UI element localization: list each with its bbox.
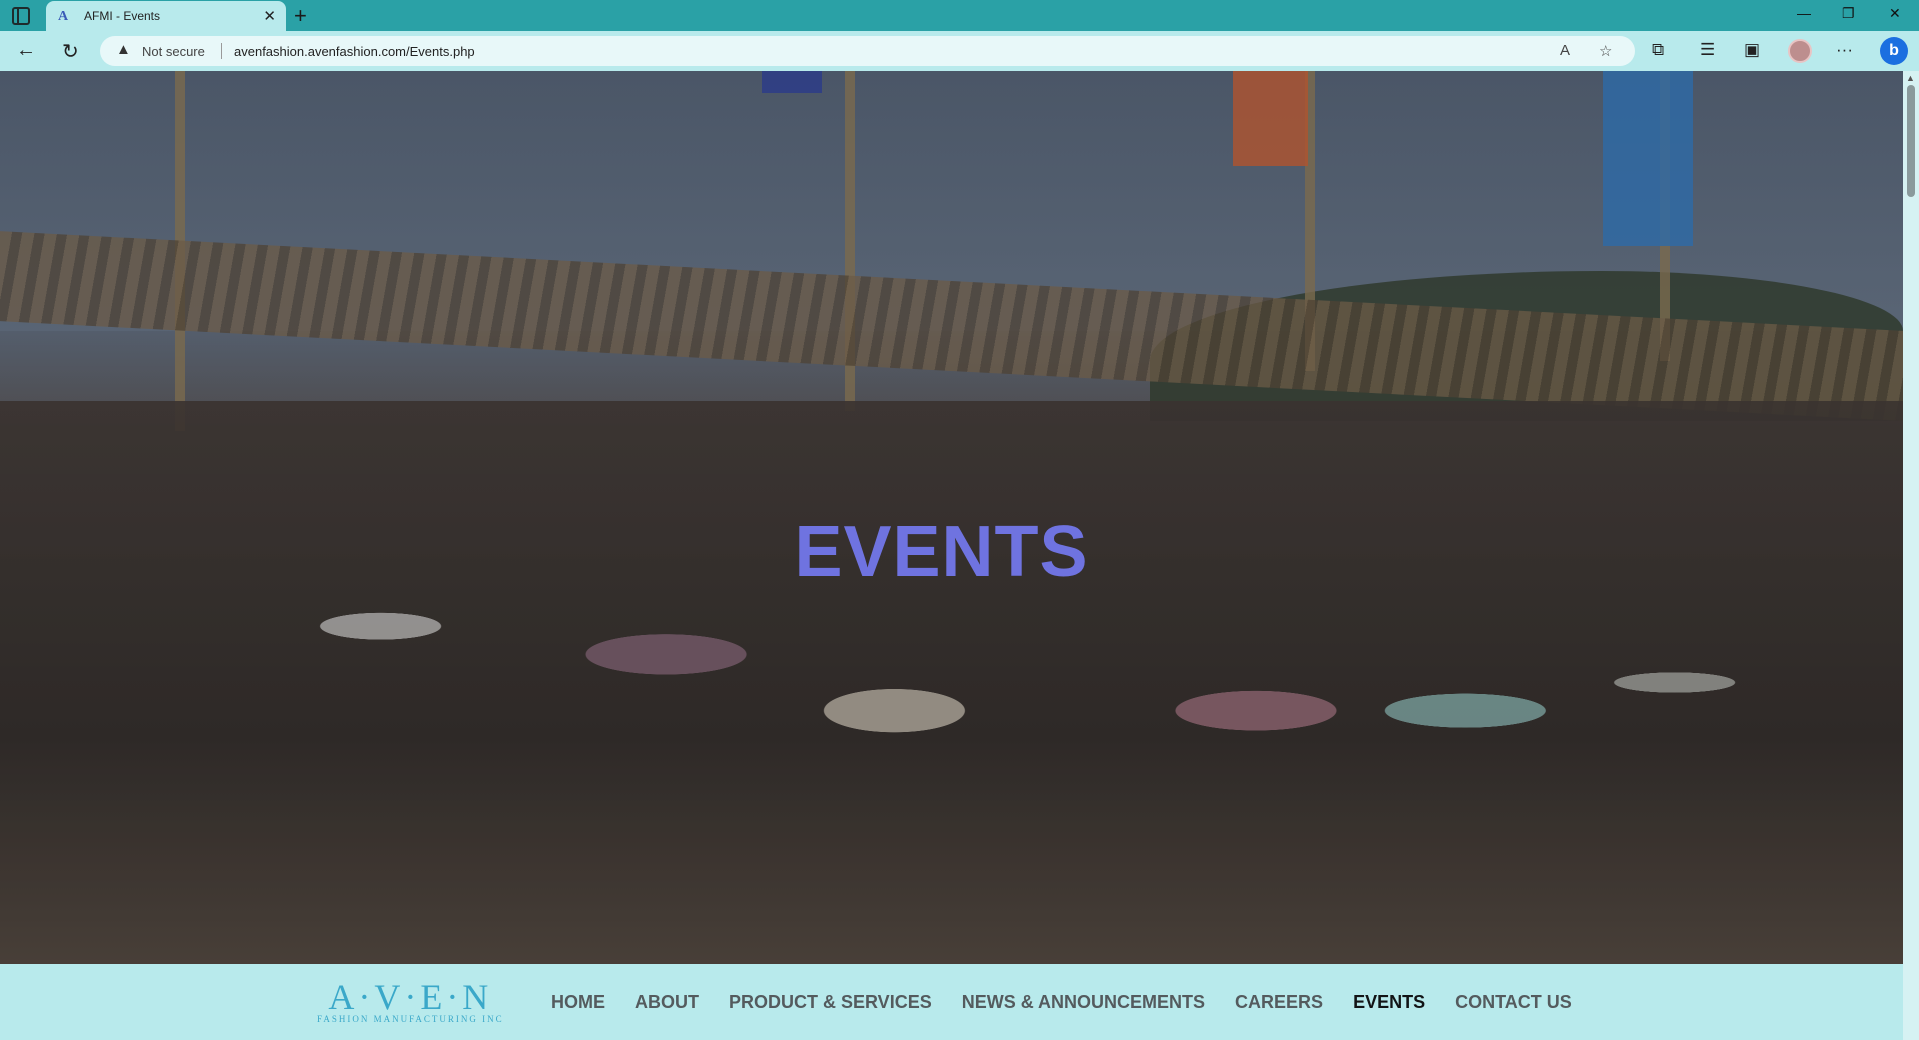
back-arrow-icon[interactable]: ← — [16, 39, 36, 62]
profile-icon[interactable] — [1788, 39, 1812, 63]
more-icon[interactable]: ··· — [1836, 40, 1853, 60]
logo-main-text: A·V·E·N — [328, 977, 493, 1017]
hero-banner: EVENTS — [0, 71, 1903, 964]
nav-home[interactable]: HOME — [551, 992, 605, 1013]
url-divider — [221, 43, 222, 59]
aven-logo[interactable]: A·V·E·N FASHION MANUFACTURING INC — [317, 977, 504, 1024]
browser-toolbar: ← ↻ ▲ Not secure avenfashion.avenfashion… — [0, 31, 1919, 71]
url-text[interactable]: avenfashion.avenfashion.com/Events.php — [234, 44, 475, 59]
restore-icon[interactable]: ❐ — [1842, 5, 1855, 22]
tab-title: AFMI - Events — [84, 9, 161, 23]
not-secure-label[interactable]: Not secure — [142, 44, 205, 59]
warning-icon[interactable]: ▲ — [116, 41, 131, 58]
favorites-icon[interactable]: ☰ — [1700, 40, 1715, 60]
tab-favicon-icon: A — [58, 9, 69, 24]
main-menu: HOME ABOUT PRODUCT & SERVICES NEWS & ANN… — [551, 992, 1572, 1013]
navy-flag — [762, 71, 822, 93]
bing-icon[interactable]: b — [1880, 37, 1908, 65]
page-scrollbar[interactable]: ▲ — [1903, 71, 1919, 1040]
read-aloud-icon[interactable]: A — [1560, 42, 1570, 59]
nav-events[interactable]: EVENTS — [1353, 992, 1425, 1013]
nav-careers[interactable]: CAREERS — [1235, 992, 1323, 1013]
sidebar-toggle-icon[interactable] — [12, 7, 30, 25]
minimize-icon[interactable]: — — [1797, 5, 1811, 21]
favorite-star-icon[interactable]: ☆ — [1599, 42, 1612, 60]
address-bar[interactable]: ▲ Not secure avenfashion.avenfashion.com… — [100, 36, 1635, 66]
page-title: EVENTS — [794, 512, 1089, 592]
window-close-icon[interactable]: ✕ — [1889, 5, 1901, 22]
refresh-icon[interactable]: ↻ — [62, 39, 79, 64]
nav-contact-us[interactable]: CONTACT US — [1455, 992, 1572, 1013]
nav-product-services[interactable]: PRODUCT & SERVICES — [729, 992, 932, 1013]
hero-crowd — [0, 401, 1903, 964]
new-tab-button[interactable]: + — [294, 3, 307, 29]
site-navigation: A·V·E·N FASHION MANUFACTURING INC HOME A… — [0, 964, 1903, 1040]
scrollbar-thumb[interactable] — [1907, 85, 1915, 197]
browser-tab[interactable]: A AFMI - Events ✕ — [46, 1, 286, 31]
browser-title-bar: A AFMI - Events ✕ + — ❐ ✕ — [0, 0, 1919, 31]
nav-about[interactable]: ABOUT — [635, 992, 699, 1013]
page-viewport: EVENTS A·V·E·N FASHION MANUFACTURING INC… — [0, 71, 1903, 1040]
blue-flag — [1603, 71, 1693, 246]
tab-close-icon[interactable]: ✕ — [263, 7, 276, 25]
nav-news-announcements[interactable]: NEWS & ANNOUNCEMENTS — [962, 992, 1205, 1013]
logo-sub-text: FASHION MANUFACTURING INC — [317, 1014, 504, 1024]
red-flag — [1233, 71, 1308, 166]
scroll-up-icon[interactable]: ▲ — [1906, 73, 1915, 83]
collections-icon[interactable]: ▣ — [1744, 40, 1760, 60]
extensions-icon[interactable]: ⧉ — [1652, 40, 1664, 60]
